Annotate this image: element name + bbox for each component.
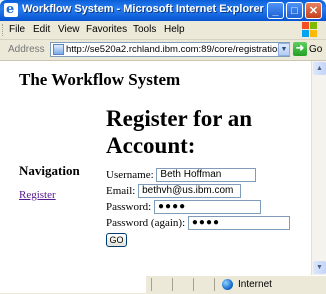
menu-help[interactable]: Help [164,24,185,35]
security-zone-label: Internet [238,279,272,290]
address-dropdown-icon[interactable]: ▼ [278,43,290,56]
internet-zone-globe-icon [222,279,233,290]
username-row: Username: Beth Hoffman [106,168,257,182]
password-row: Password: ●●●● [106,200,261,214]
address-url: http://se520a2.rchland.ibm.com:89/core/r… [66,44,290,55]
password-again-label: Password (again): [106,217,186,229]
password-again-row: Password (again): ●●●● [106,216,290,230]
username-label: Username: [106,169,154,181]
status-divider [151,278,152,291]
menu-tools[interactable]: Tools [133,24,156,35]
go-arrow-icon[interactable]: ➜ [293,42,307,56]
address-bar: Address http://se520a2.rchland.ibm.com:8… [0,40,326,61]
title-bar[interactable]: e Workflow System - Microsoft Internet E… [0,0,326,21]
status-divider [172,278,173,291]
page-content: The Workflow System Register for an Acco… [0,61,311,275]
password-again-field[interactable]: ●●●● [187,216,290,230]
ie-logo-icon: e [4,2,18,17]
status-divider [214,278,215,291]
nav-link-register[interactable]: Register [19,189,56,201]
menu-view[interactable]: View [58,24,80,35]
windows-logo-icon [302,22,318,38]
browser-window: e Workflow System - Microsoft Internet E… [0,0,326,294]
go-submit-button[interactable]: GO [106,233,127,247]
email-row: Email: bethvh@us.ibm.com [106,184,242,198]
scroll-up-icon[interactable]: ▲ [313,62,326,75]
status-text-area [0,276,146,293]
email-field[interactable]: bethvh@us.ibm.com [138,184,242,198]
menu-edit[interactable]: Edit [33,24,50,35]
close-button[interactable]: ✕ [305,2,322,19]
menu-file[interactable]: File [9,24,25,35]
vertical-scrollbar[interactable]: ▲ ▼ [311,61,326,275]
status-bar: Internet [0,275,326,294]
go-button-label[interactable]: Go [309,44,322,55]
window-title: Workflow System - Microsoft Internet Exp… [22,3,264,15]
site-title: The Workflow System [19,70,181,89]
password-field[interactable]: ●●●● [153,200,261,214]
page-icon [53,44,64,55]
page-heading: Register for an Account: [106,106,253,158]
address-label: Address [8,44,45,55]
username-field[interactable]: Beth Hoffman [156,168,257,182]
menu-bar: File Edit View Favorites Tools Help [0,21,326,40]
email-label: Email: [106,185,136,197]
navigation-heading: Navigation [19,163,80,178]
minimize-button[interactable]: _ [267,2,284,19]
maximize-button[interactable]: □ [286,2,303,19]
menu-favorites[interactable]: Favorites [86,24,127,35]
address-input[interactable]: http://se520a2.rchland.ibm.com:89/core/r… [50,42,290,57]
scroll-down-icon[interactable]: ▼ [313,261,326,274]
status-divider [193,278,194,291]
toolbar-grip[interactable] [2,24,6,36]
password-label: Password: [106,201,152,213]
